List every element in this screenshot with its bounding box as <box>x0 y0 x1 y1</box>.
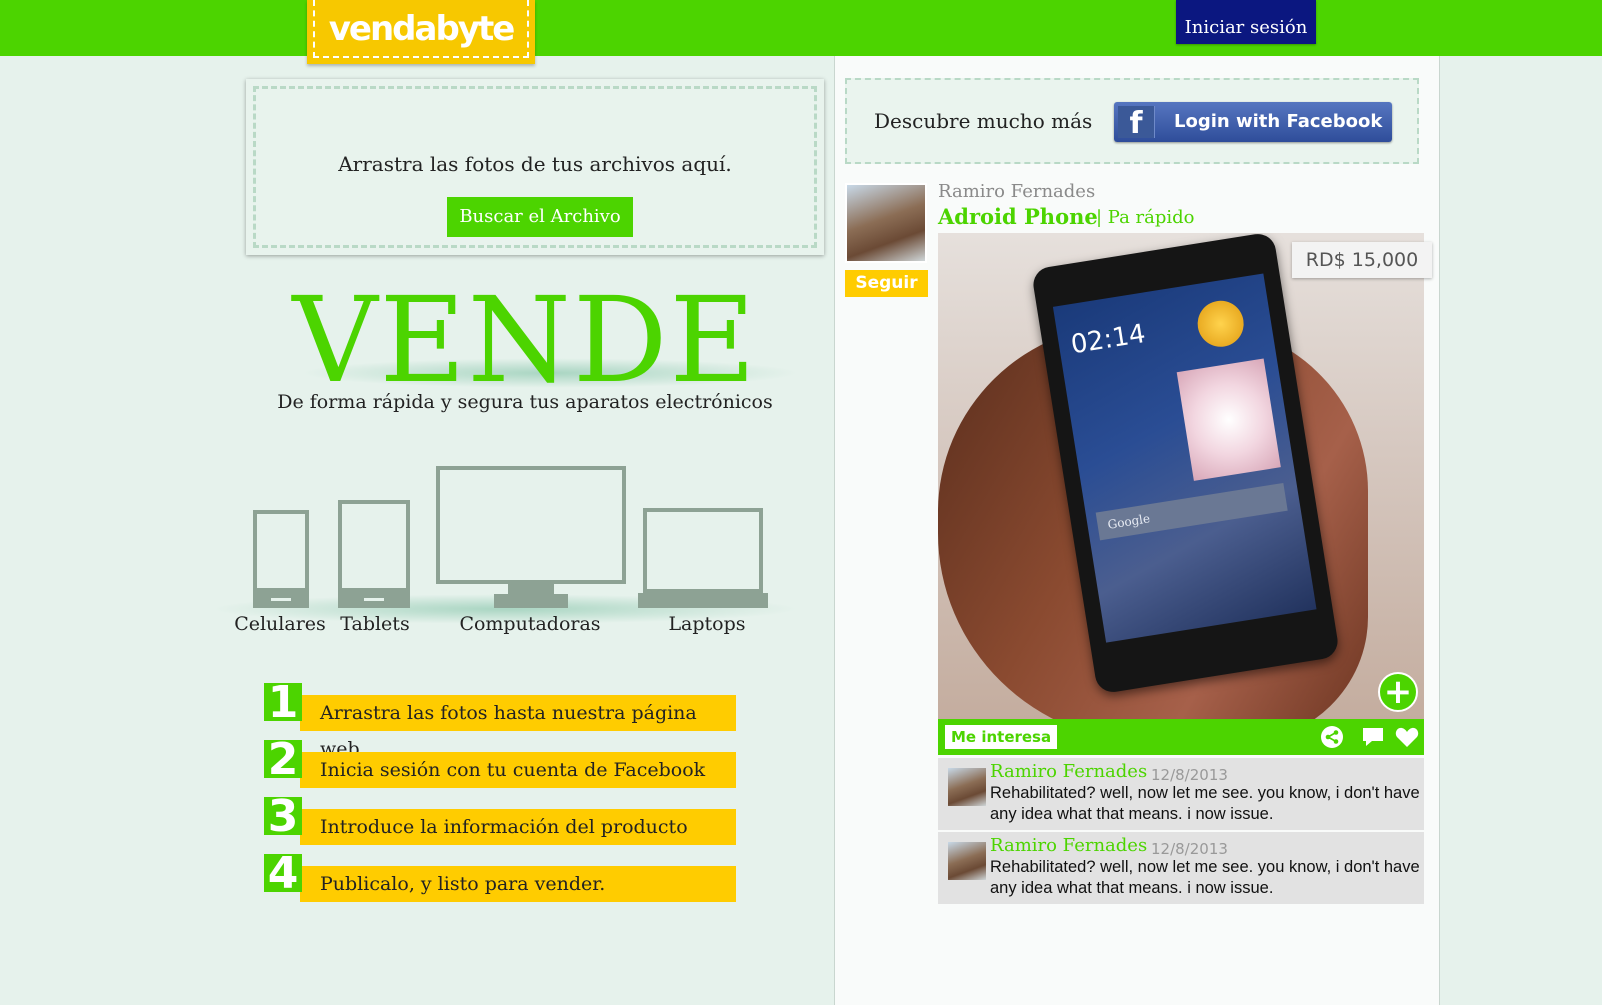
logo-text: vendabyte <box>313 0 529 58</box>
share-icon[interactable] <box>1320 725 1344 749</box>
step-number: 2 <box>264 740 302 778</box>
commenter-avatar[interactable] <box>948 768 986 806</box>
dropzone-instruction: Arrastra las fotos de tus archivos aquí. <box>338 152 732 176</box>
author-avatar[interactable] <box>845 183 927 263</box>
post-action-bar: Me interesa <box>938 719 1424 755</box>
phone-screen: 02:14 Google <box>1052 273 1317 643</box>
interest-button[interactable]: Me interesa <box>945 725 1058 749</box>
comment-date: 12/8/2013 <box>1151 766 1228 784</box>
comment-text: Rehabilitated? well, now let me see. you… <box>990 784 1420 823</box>
commenter-name[interactable]: Ramiro Fernades <box>990 835 1147 856</box>
comment-icon[interactable] <box>1360 725 1384 749</box>
device-label-computers: Computadoras <box>459 613 601 635</box>
facebook-login-label: Login with Facebook <box>1174 111 1383 132</box>
post-subtitle: | Pa rápido <box>1096 207 1195 228</box>
hero-tagline: De forma rápida y segura tus aparatos el… <box>277 391 773 413</box>
price-tag: RD$ 15,000 <box>1292 242 1432 278</box>
step-label: Publicalo, y listo para vender. <box>300 866 736 902</box>
post-author[interactable]: Ramiro Fernades <box>938 181 1095 202</box>
step-label: Introduce la información del producto <box>300 809 736 845</box>
add-icon[interactable]: + <box>1378 672 1418 712</box>
comment-text: Rehabilitated? well, now let me see. you… <box>990 858 1420 897</box>
follow-button[interactable]: Seguir <box>845 270 928 297</box>
device-label-cellphones: Celulares <box>234 613 326 635</box>
commenter-avatar[interactable] <box>948 842 986 880</box>
comment-item: Ramiro Fernades 12/8/2013 Rehabilitated?… <box>938 832 1424 904</box>
facebook-login-button[interactable]: f Login with Facebook <box>1114 102 1392 142</box>
logo[interactable]: vendabyte <box>307 0 535 64</box>
comment-item: Ramiro Fernades 12/8/2013 Rehabilitated?… <box>938 758 1424 830</box>
device-label-tablets: Tablets <box>340 613 410 635</box>
step-number: 3 <box>264 797 302 835</box>
step-label: Arrastra las fotos hasta nuestra página … <box>300 695 736 760</box>
heart-icon[interactable] <box>1394 725 1419 749</box>
phone-time: 02:14 <box>1068 318 1148 361</box>
browse-file-button[interactable]: Buscar el Archivo <box>447 197 633 237</box>
top-bar <box>0 0 1602 56</box>
step-number: 1 <box>264 683 302 721</box>
commenter-name[interactable]: Ramiro Fernades <box>990 761 1147 782</box>
facebook-prompt: Descubre mucho más <box>874 109 1093 133</box>
step-number: 4 <box>264 854 302 892</box>
weather-sun-icon <box>1194 297 1247 351</box>
flower-wallpaper <box>1176 358 1281 481</box>
post-title[interactable]: Adroid Phone <box>938 204 1098 229</box>
step-label: Inicia sesión con tu cuenta de Facebook <box>300 752 736 788</box>
login-button[interactable]: Iniciar sesión <box>1176 0 1316 44</box>
device-label-laptops: Laptops <box>668 613 746 635</box>
product-photo[interactable]: 02:14 Google <box>938 233 1424 719</box>
facebook-icon: f <box>1118 106 1155 141</box>
phone-search-bar: Google <box>1095 482 1288 541</box>
comment-date: 12/8/2013 <box>1151 840 1228 858</box>
